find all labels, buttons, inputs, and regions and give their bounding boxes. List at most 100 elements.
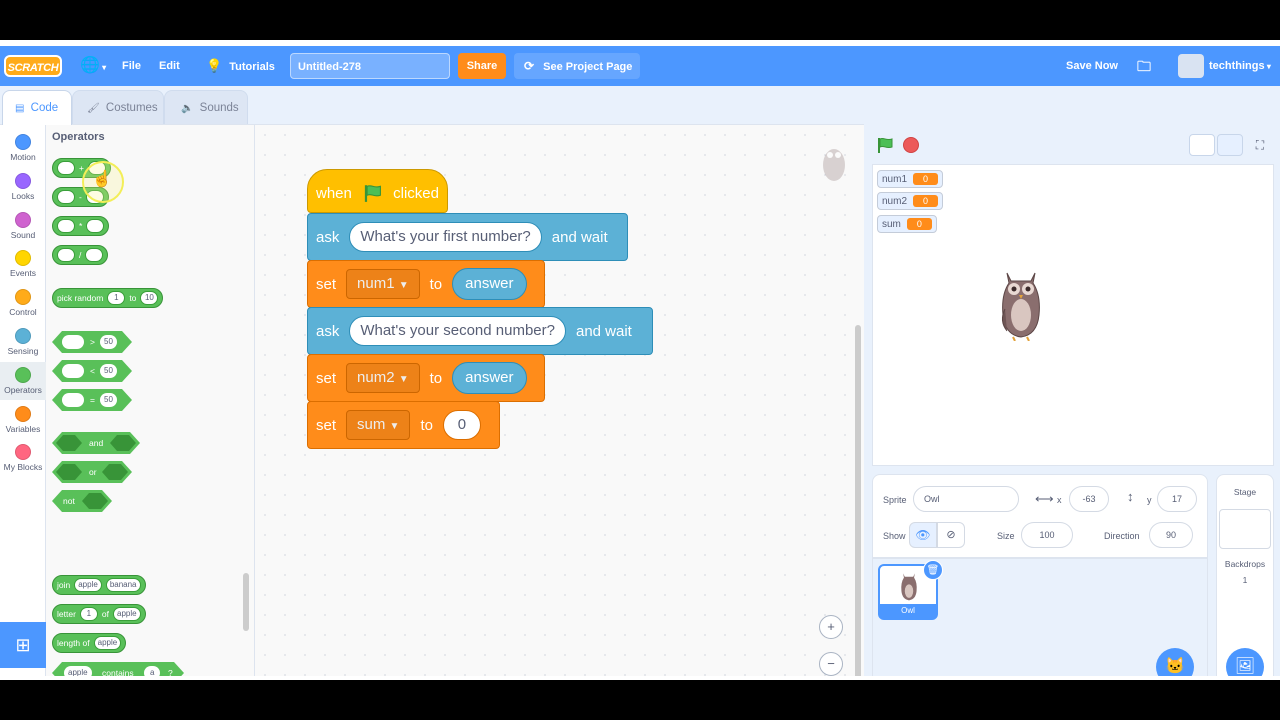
pick-random-block[interactable]: pick random 1 to 10 [52, 288, 164, 308]
fullscreen-icon[interactable]: ⛶ [1247, 134, 1273, 156]
not-block[interactable]: not [52, 490, 112, 512]
sprite-name-input[interactable]: Owl [913, 486, 1019, 512]
operand-input[interactable] [62, 364, 84, 378]
less-than-block[interactable]: < 50 [52, 360, 132, 382]
sum-value-input[interactable]: 0 [442, 410, 481, 440]
project-title-input[interactable]: Untitled-278 [290, 53, 450, 79]
operand-input[interactable] [57, 248, 75, 262]
join-input-1[interactable]: apple [74, 578, 102, 592]
set-sum-block[interactable]: set sum ▼ to 0 [307, 401, 500, 449]
or-block[interactable]: or [52, 461, 132, 483]
avatar[interactable] [1178, 54, 1204, 78]
boolean-slot[interactable] [110, 435, 136, 451]
file-menu[interactable]: File [122, 46, 141, 86]
operand-input[interactable] [57, 219, 75, 233]
edit-menu[interactable]: Edit [159, 46, 180, 86]
backdrop-thumbnail[interactable] [1219, 509, 1271, 549]
random-to-input[interactable]: 10 [140, 291, 159, 305]
operand-input[interactable]: 50 [100, 393, 117, 407]
category-motion[interactable]: Motion [0, 129, 46, 167]
see-project-page-button[interactable]: ⟳ See Project Page [514, 53, 640, 79]
size-input[interactable]: 100 [1021, 522, 1073, 548]
answer-reporter[interactable]: answer [452, 362, 527, 394]
equals-block[interactable]: = 50 [52, 389, 132, 411]
boolean-slot[interactable] [102, 464, 128, 480]
when-flag-clicked-block[interactable]: when clicked [307, 169, 448, 213]
set-num1-block[interactable]: set num1 ▼ to answer [307, 260, 545, 308]
ask-block-1[interactable]: ask What's your first number? and wait [307, 213, 628, 261]
stage[interactable]: num1 0 num2 0 sum 0 [872, 164, 1274, 466]
boolean-slot[interactable] [82, 493, 108, 509]
category-sensing[interactable]: Sensing [0, 323, 46, 361]
category-variables[interactable]: Variables [0, 401, 46, 439]
length-string-input[interactable]: apple [93, 636, 122, 650]
and-block[interactable]: and [52, 432, 140, 454]
owl-sprite[interactable] [997, 265, 1045, 341]
operand-input[interactable] [86, 219, 105, 233]
divide-block[interactable]: / [52, 245, 109, 265]
stage-panel-title: Stage [1233, 487, 1257, 497]
scratch-logo[interactable]: SCRATCH [4, 55, 62, 77]
join-block[interactable]: join apple banana [52, 575, 146, 595]
multiply-block[interactable]: * [52, 216, 110, 236]
palette-scrollbar[interactable] [243, 573, 249, 631]
operand-input[interactable]: 50 [100, 335, 117, 349]
delete-sprite-button[interactable]: 🗑 [923, 560, 943, 580]
zoom-in-button[interactable]: + [819, 615, 843, 639]
share-button[interactable]: Share [458, 53, 506, 79]
direction-input[interactable]: 90 [1149, 522, 1193, 548]
boolean-slot[interactable] [56, 464, 82, 480]
category-events[interactable]: Events [0, 245, 46, 283]
category-control[interactable]: Control [0, 284, 46, 322]
language-menu[interactable]: 🌐 ▾ [80, 46, 106, 86]
size-label: Size [997, 531, 1015, 541]
green-flag-icon[interactable] [876, 136, 894, 154]
category-operators[interactable]: Operators [0, 361, 46, 400]
variable-dropdown-sum[interactable]: sum ▼ [346, 410, 411, 440]
show-hidden-button[interactable]: ⊘ [937, 522, 965, 548]
y-position-input[interactable]: 17 [1157, 486, 1197, 512]
category-looks[interactable]: Looks [0, 168, 46, 206]
join-input-2[interactable]: banana [105, 578, 141, 592]
operand-input[interactable] [62, 393, 84, 407]
random-from-input[interactable]: 1 [107, 291, 126, 305]
variable-dropdown-num2[interactable]: num2 ▼ [346, 363, 420, 393]
question-input-1[interactable]: What's your first number? [349, 222, 542, 252]
category-sound[interactable]: Sound [0, 207, 46, 245]
add-extension-button[interactable]: ⊞ [0, 622, 46, 668]
show-visible-button[interactable]: 👁 [909, 522, 937, 548]
boolean-slot[interactable] [56, 435, 82, 451]
letter-index-input[interactable]: 1 [79, 607, 98, 621]
letter-of-block[interactable]: letter 1 of apple [52, 604, 146, 624]
set-num2-block[interactable]: set num2 ▼ to answer [307, 354, 545, 402]
operand-input[interactable]: 50 [100, 364, 117, 378]
tutorials-menu[interactable]: 💡 Tutorials [206, 46, 275, 86]
tab-code[interactable]: ▤ Code [2, 90, 72, 125]
operand-input[interactable] [57, 161, 75, 175]
code-workspace[interactable]: when clicked ask What's your first numbe… [255, 124, 864, 680]
large-stage-button[interactable] [1217, 134, 1243, 156]
save-now-button[interactable]: Save Now [1066, 46, 1118, 86]
zoom-out-button[interactable]: − [819, 652, 843, 676]
tab-costumes[interactable]: 🖌 Costumes [72, 90, 164, 124]
variable-dropdown-num1[interactable]: num1 ▼ [346, 269, 420, 299]
category-my-blocks[interactable]: My Blocks [0, 439, 46, 477]
category-color-dot [15, 289, 31, 306]
block-label: ask [316, 322, 340, 340]
letter-string-input[interactable]: apple [113, 607, 141, 621]
answer-reporter[interactable]: answer [452, 268, 527, 300]
workspace-scrollbar[interactable] [855, 325, 861, 680]
operand-input[interactable] [62, 335, 84, 349]
folder-icon[interactable]: 🗀 [1137, 46, 1151, 86]
operand-input[interactable] [85, 248, 104, 262]
greater-than-block[interactable]: > 50 [52, 331, 132, 353]
question-input-2[interactable]: What's your second number? [349, 316, 566, 346]
ask-block-2[interactable]: ask What's your second number? and wait [307, 307, 653, 355]
length-of-block[interactable]: length of apple [52, 633, 127, 653]
small-stage-button[interactable] [1189, 134, 1215, 156]
tab-sounds[interactable]: 🔈 Sounds [164, 90, 248, 124]
x-position-input[interactable]: -63 [1069, 486, 1109, 512]
username-menu[interactable]: techthings ▾ [1209, 46, 1271, 86]
operand-input[interactable] [57, 190, 75, 204]
stop-button[interactable] [903, 137, 919, 153]
